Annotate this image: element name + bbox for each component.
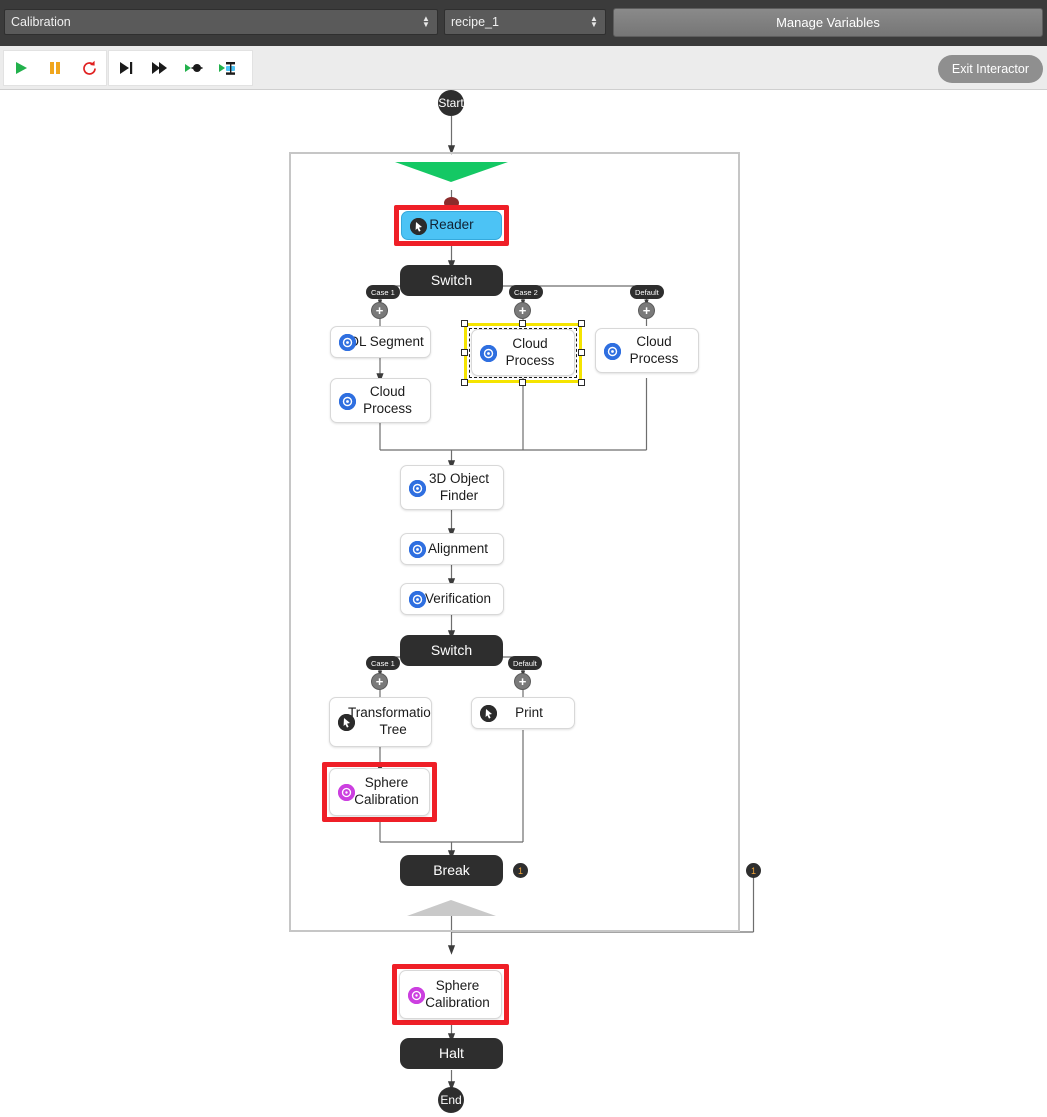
- vision-icon: [409, 541, 426, 558]
- recipe-select[interactable]: recipe_1 ▲ ▼: [444, 9, 606, 35]
- node-transformation-tree[interactable]: Transformation Tree: [329, 697, 432, 747]
- run-to-breakpoint-button[interactable]: [211, 51, 245, 85]
- cursor-icon: [480, 705, 497, 722]
- resize-handle-se[interactable]: [578, 379, 585, 386]
- run-to-node-button[interactable]: [177, 51, 211, 85]
- node-sphere-calibration-1[interactable]: Sphere Calibration: [329, 768, 430, 816]
- node-switch-1-label: Switch: [430, 271, 473, 288]
- node-break[interactable]: Break: [400, 855, 503, 886]
- node-3d-object-finder[interactable]: 3D Object Finder: [400, 465, 504, 510]
- start-node[interactable]: Start: [438, 90, 464, 116]
- node-cloud-process-2[interactable]: Cloud Process: [471, 329, 575, 376]
- break-badge[interactable]: 1: [513, 863, 528, 878]
- add-node-button-case2[interactable]: +: [514, 302, 531, 319]
- resize-handle-sw[interactable]: [461, 379, 468, 386]
- vision-icon: [409, 480, 426, 497]
- switch1-case-1-pill[interactable]: Case 1: [366, 285, 400, 299]
- node-dl-segment[interactable]: DL Segment: [330, 326, 431, 358]
- run-button[interactable]: [4, 51, 38, 85]
- recipe-select-value: recipe_1: [451, 15, 499, 29]
- node-cloud-process-1[interactable]: Cloud Process: [330, 378, 431, 423]
- switch2-default-pill[interactable]: Default: [508, 656, 542, 670]
- run-to-node-icon: [185, 64, 203, 72]
- pause-button[interactable]: [38, 51, 72, 85]
- pause-icon: [50, 62, 60, 74]
- cursor-icon: [410, 218, 427, 235]
- run-to-breakpoint-icon: [219, 62, 235, 75]
- flowchart-canvas[interactable]: Start Reader Switch Case 1 Case 2 Defaul…: [0, 90, 1047, 1117]
- node-switch-2[interactable]: Switch: [400, 635, 503, 666]
- loop-exit-badge[interactable]: 1: [746, 863, 761, 878]
- resize-handle-e[interactable]: [578, 349, 585, 356]
- resize-handle-n[interactable]: [519, 320, 526, 327]
- add-node-button-default[interactable]: +: [638, 302, 655, 319]
- switch1-default-pill[interactable]: Default: [630, 285, 664, 299]
- step-over-icon: [119, 62, 132, 74]
- vision-icon: [339, 393, 356, 410]
- node-halt[interactable]: Halt: [400, 1038, 503, 1069]
- add-node-button-switch2-case1[interactable]: +: [371, 673, 388, 690]
- exit-interactor-button[interactable]: Exit Interactor: [937, 55, 1043, 83]
- calibrate-icon: [338, 784, 355, 801]
- resize-handle-nw[interactable]: [461, 320, 468, 327]
- step-over-button[interactable]: [109, 51, 143, 85]
- node-sphere-calibration-2[interactable]: Sphere Calibration: [399, 970, 502, 1019]
- reset-button[interactable]: [72, 51, 106, 85]
- node-alignment[interactable]: Alignment: [400, 533, 504, 565]
- top-bar: Calibration ▲ ▼ recipe_1 ▲ ▼ Manage Variab…: [0, 0, 1047, 46]
- node-switch-1[interactable]: Switch: [400, 265, 503, 296]
- switch1-case-2-pill[interactable]: Case 2: [509, 285, 543, 299]
- loop-exit-arrow-icon: [407, 900, 496, 916]
- calibrate-icon: [408, 987, 425, 1004]
- reload-icon: [82, 60, 96, 75]
- manage-variables-button[interactable]: Manage Variables: [613, 8, 1043, 37]
- node-halt-label: Halt: [439, 1044, 464, 1061]
- vision-icon: [339, 334, 356, 351]
- loop-enter-arrow-icon: [395, 162, 508, 182]
- switch2-case-1-pill[interactable]: Case 1: [366, 656, 400, 670]
- resize-handle-s[interactable]: [519, 379, 526, 386]
- add-node-button-switch2-default[interactable]: +: [514, 673, 531, 690]
- updown-arrow-icon: ▲ ▼: [590, 14, 598, 29]
- node-reader[interactable]: Reader: [401, 211, 502, 240]
- node-cloud-process-3[interactable]: Cloud Process: [595, 328, 699, 373]
- step-forward-icon: [152, 62, 167, 74]
- step-forward-button[interactable]: [143, 51, 177, 85]
- resize-handle-w[interactable]: [461, 349, 468, 356]
- step-button-group: [108, 50, 253, 86]
- node-break-label: Break: [433, 861, 470, 878]
- add-node-button-case1[interactable]: +: [371, 302, 388, 319]
- reader-input-port[interactable]: [444, 197, 459, 209]
- resize-handle-ne[interactable]: [578, 320, 585, 327]
- end-node[interactable]: End: [438, 1087, 464, 1113]
- playback-button-group: [3, 50, 107, 86]
- play-icon: [16, 62, 27, 74]
- node-verification[interactable]: Verification: [400, 583, 504, 615]
- node-switch-2-label: Switch: [430, 641, 473, 658]
- updown-arrow-icon: ▲ ▼: [422, 14, 430, 29]
- program-select[interactable]: Calibration ▲ ▼: [4, 9, 438, 35]
- node-print[interactable]: Print: [471, 697, 575, 729]
- vision-icon: [480, 345, 497, 362]
- toolbar: Exit Interactor: [0, 46, 1047, 90]
- vision-icon: [604, 343, 621, 360]
- vision-icon: [409, 591, 426, 608]
- program-select-value: Calibration: [11, 15, 71, 29]
- cursor-icon: [338, 714, 355, 731]
